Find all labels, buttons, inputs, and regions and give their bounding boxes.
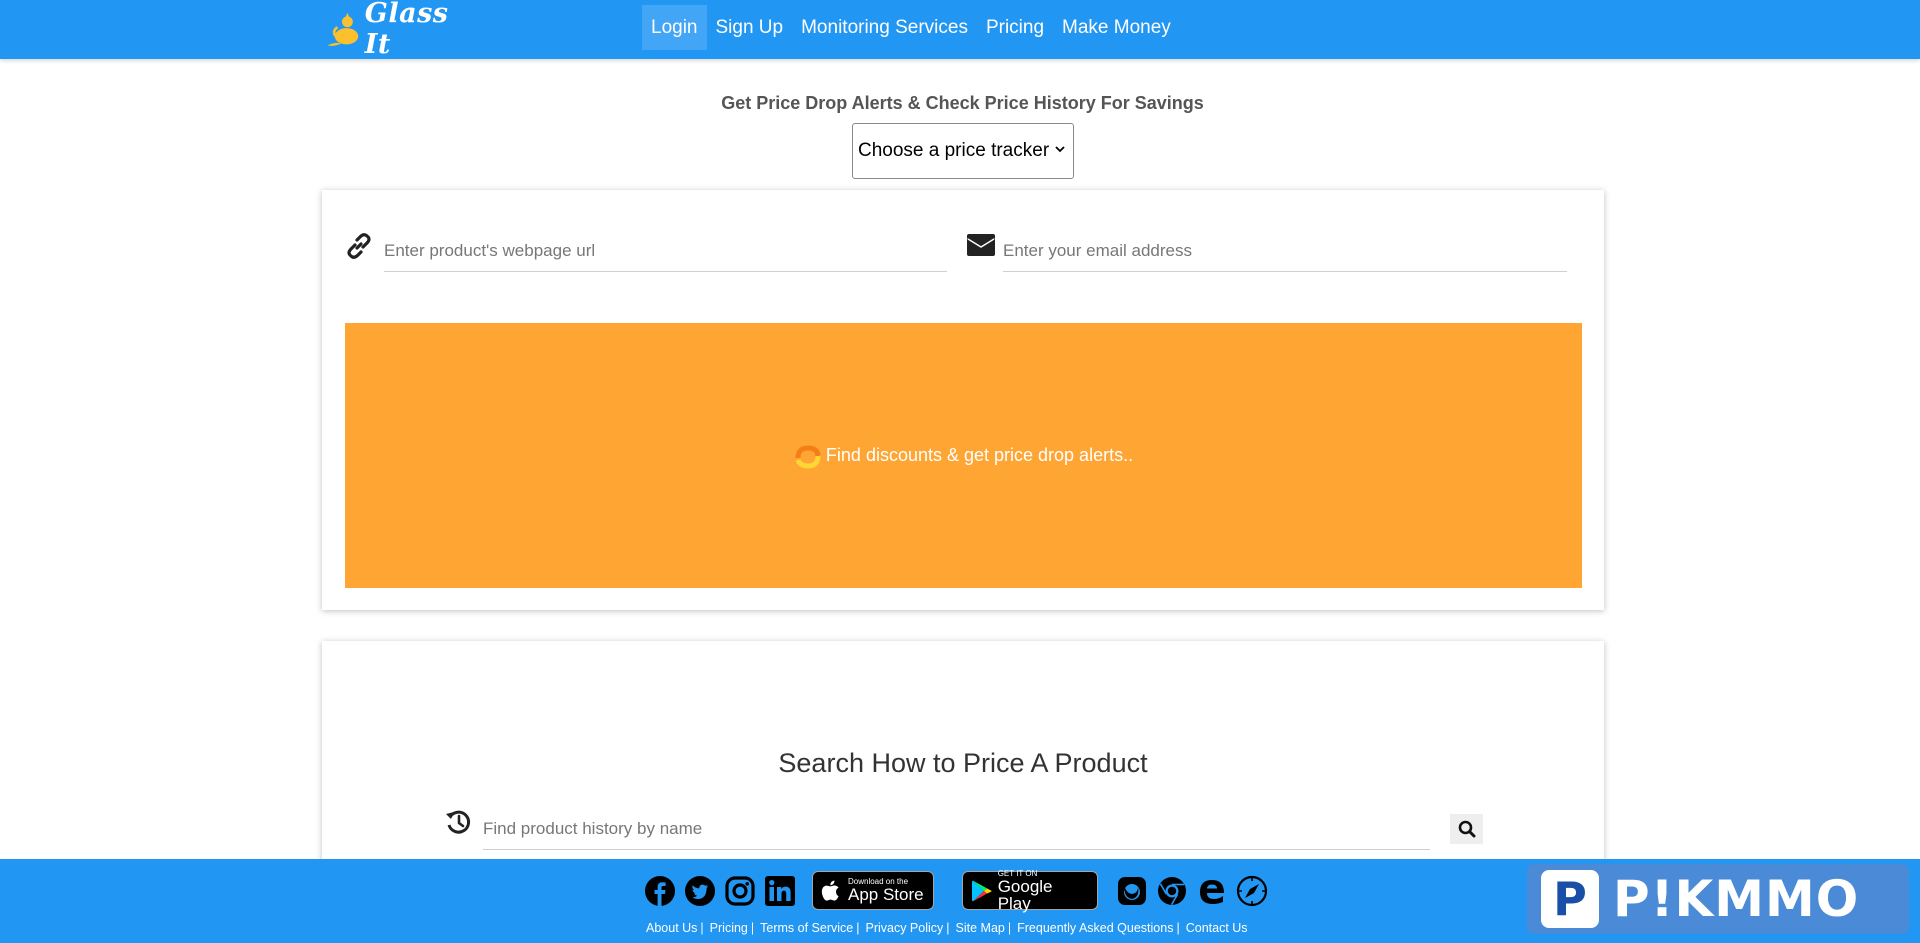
find-discounts-button[interactable]: Find discounts & get price drop alerts.. [345,323,1582,588]
chrome-icon[interactable] [1156,875,1188,907]
nav-login[interactable]: Login [642,5,707,50]
page-tagline: Get Price Drop Alerts & Check Price Hist… [721,93,1204,113]
footer-link-privacy-policy[interactable]: Privacy Policy [865,921,943,935]
search-button[interactable] [1450,814,1483,844]
footer-link-about-us[interactable]: About Us [646,921,697,935]
footer-link-site-map[interactable]: Site Map [956,921,1005,935]
chevron-down-icon [1055,146,1065,153]
linkedin-icon[interactable] [764,875,796,907]
price-tracker-select-value: Choose a price tracker [858,140,1050,161]
apple-icon [821,880,839,901]
twitter-icon[interactable] [684,875,716,907]
firefox-icon[interactable] [1116,875,1148,907]
nav-pricing[interactable]: Pricing [977,5,1053,50]
search-section-title: Search How to Price A Product [778,748,1148,778]
app-store-badge[interactable]: Download on the App Store [812,871,934,910]
google-play-badge[interactable]: GET IT ON Google Play [962,869,1098,913]
instagram-icon[interactable] [724,875,756,907]
footer-link-faq[interactable]: Frequently Asked Questions [1017,921,1173,935]
genie-logo-icon [327,12,359,46]
search-icon [1458,820,1475,838]
price-alert-card: Find discounts & get price drop alerts.. [322,190,1604,610]
product-history-search-input[interactable] [483,809,1430,850]
nav-sign-up[interactable]: Sign Up [707,5,793,50]
site-logo[interactable]: Glass It [323,0,473,60]
envelope-icon [967,234,995,256]
top-navbar: Glass It Login Sign Up Monitoring Servic… [0,0,1920,60]
price-tracker-select[interactable]: Choose a price tracker [852,123,1074,179]
footer-icons-row: Download on the App Store GET IT ON Goog… [644,869,1276,913]
logo-text: Glass It [364,0,449,60]
find-discounts-label: Find discounts & get price drop alerts.. [825,445,1134,465]
nav-monitoring-services[interactable]: Monitoring Services [792,5,977,50]
footer-link-terms-of-service[interactable]: Terms of Service [760,921,853,935]
app-store-big-text: App Store [848,885,924,904]
footer-link-pricing[interactable]: Pricing [710,921,748,935]
facebook-icon[interactable] [644,875,676,907]
watermark-text: P!KMMO [1613,870,1860,928]
nav-links: Login Sign Up Monitoring Services Pricin… [642,5,1180,50]
refresh-arrow-icon [795,444,821,469]
footer-links: About Us | Pricing | Terms of Service | Pri… [646,921,1248,935]
watermark-logo-icon: P [1541,870,1599,928]
safari-icon[interactable] [1236,875,1268,907]
nav-make-money[interactable]: Make Money [1053,5,1180,50]
email-input[interactable] [1003,231,1567,272]
pikmmo-watermark: P P!KMMO [1527,864,1909,934]
google-play-icon [971,880,992,901]
history-icon [446,810,471,834]
google-play-big-text: Google Play [997,876,1053,913]
footer-link-contact-us[interactable]: Contact Us [1186,921,1248,935]
link-icon [347,233,371,259]
edge-icon[interactable] [1196,875,1228,907]
product-url-input[interactable] [384,231,947,272]
